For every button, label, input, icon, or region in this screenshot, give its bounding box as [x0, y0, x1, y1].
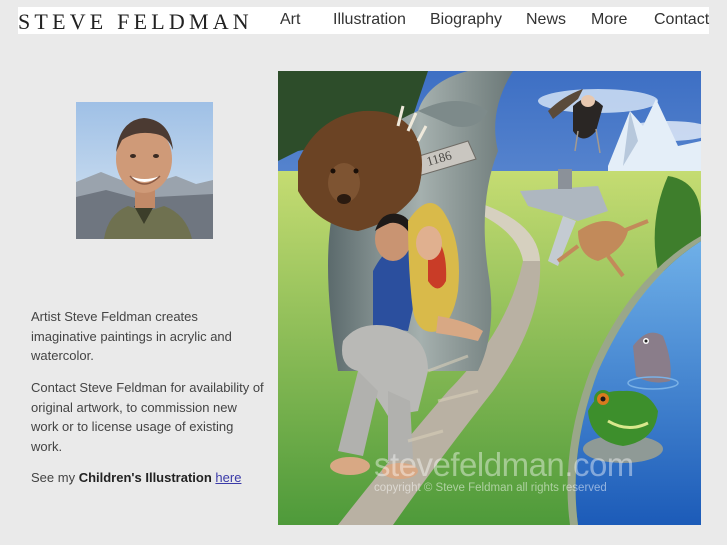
nav-news[interactable]: News — [526, 11, 566, 29]
childrens-illustration-paragraph: See my Children's Illustration here — [31, 468, 266, 488]
top-navigation-bar: STEVE FELDMAN Art Illustration Biography… — [18, 7, 709, 34]
childrens-illustration-link[interactable]: here — [215, 470, 241, 485]
nav-contact[interactable]: Contact — [654, 11, 709, 29]
childrens-prefix: See my — [31, 470, 79, 485]
artist-portrait — [76, 102, 213, 239]
nav-more[interactable]: More — [591, 11, 627, 29]
site-logo[interactable]: STEVE FELDMAN — [18, 9, 253, 35]
copyright-watermark: copyright © Steve Feldman all rights res… — [374, 482, 607, 494]
nav-biography[interactable]: Biography — [430, 11, 502, 29]
nav-illustration[interactable]: Illustration — [333, 11, 406, 29]
nav-art[interactable]: Art — [280, 11, 300, 29]
intro-paragraph: Artist Steve Feldman creates imaginative… — [31, 309, 232, 363]
site-watermark: stevefeldman.com — [374, 446, 634, 483]
featured-painting[interactable]: 1186 stevefeldman.com copyright © Steve … — [278, 71, 701, 525]
childrens-illustration-label: Children's Illustration — [78, 470, 212, 485]
contact-paragraph: Contact Steve Feldman for availability o… — [31, 380, 264, 454]
